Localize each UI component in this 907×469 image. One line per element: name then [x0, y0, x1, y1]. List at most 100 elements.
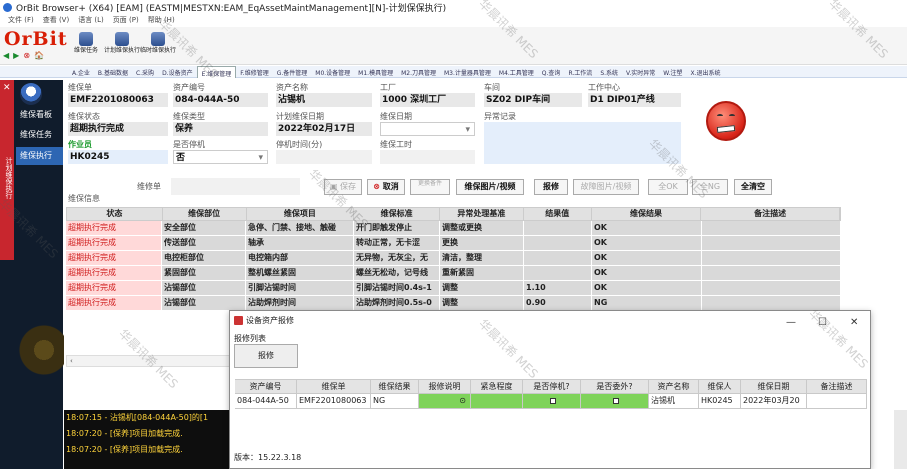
col-standard[interactable]: 维保标准: [354, 208, 441, 220]
tab-16[interactable]: W.注塑: [659, 66, 686, 78]
all-ok-button[interactable]: 全OK: [648, 179, 688, 195]
search-icon[interactable]: ⊙: [459, 396, 466, 405]
stop-select[interactable]: 否 ▾: [173, 150, 268, 164]
table-row[interactable]: 超期执行完成 安全部位 急停、门禁、接地、触碰 开门即触发停止 调整或更换 OK: [66, 221, 841, 236]
menu-page[interactable]: 页面 (P): [113, 15, 139, 27]
tab-7[interactable]: M0.设备管理: [311, 66, 354, 78]
maint-type-field[interactable]: 保养: [173, 122, 268, 136]
cell-urgency[interactable]: [471, 394, 523, 409]
col-handle[interactable]: 异常处理基准: [440, 208, 524, 220]
cell-note[interactable]: [807, 394, 867, 409]
tab-0[interactable]: A.企业: [68, 66, 94, 78]
cell-stop[interactable]: [523, 394, 581, 409]
workshop-field[interactable]: SZ02 DIP车间: [484, 93, 582, 107]
tab-6[interactable]: G.备件管理: [273, 66, 312, 78]
tab-10[interactable]: M3.计量器具管理: [440, 66, 495, 78]
table-row[interactable]: 超期执行完成 传送部位 轴承 转动正常，无卡涩 更换 OK: [66, 236, 841, 251]
exception-field[interactable]: [484, 122, 681, 164]
tab-13[interactable]: R.工作流: [564, 66, 596, 78]
dialog-col-2[interactable]: 维保结果: [371, 379, 419, 394]
menu-help[interactable]: 帮助 (H): [148, 15, 175, 27]
sidebar-vertical-tab[interactable]: 计划维保执行: [0, 80, 14, 260]
scroll-left-icon[interactable]: ‹: [67, 357, 73, 365]
tab-15[interactable]: V.实时异常: [622, 66, 659, 78]
col-part[interactable]: 维保部位: [163, 208, 247, 220]
table-row[interactable]: 084-044A-50 EMF2201080063 NG ⊙ 沾锡机 HK024…: [235, 394, 867, 409]
minimize-icon[interactable]: —: [786, 313, 796, 333]
dialog-col-7[interactable]: 资产名称: [649, 379, 699, 394]
close-icon[interactable]: ✕: [850, 313, 858, 333]
cancel-button[interactable]: ⊗ 取消: [367, 179, 405, 195]
dialog-col-4[interactable]: 紧急程度: [471, 379, 523, 394]
clear-all-button[interactable]: 全清空: [734, 179, 772, 195]
temp-maint-button[interactable]: 临时维保执行: [140, 32, 176, 54]
plan-maint-button[interactable]: 计划维保执行: [104, 32, 140, 54]
work-center-field[interactable]: D1 DIP01产线: [588, 93, 681, 107]
col-status[interactable]: 状态: [67, 208, 163, 220]
tab-1[interactable]: B.基础数据: [94, 66, 132, 78]
maint-hours-field[interactable]: [380, 150, 475, 164]
sidebar-item-board[interactable]: 维保看板: [16, 106, 63, 124]
menu-language[interactable]: 语言 (L): [78, 15, 104, 27]
table-row[interactable]: 超期执行完成 沾锡部位 沾助焊剂时间 沾助焊剂时间0.5s-0 调整 0.90 NG: [66, 296, 841, 311]
maint-media-button[interactable]: 维保图片/视频: [456, 179, 524, 195]
repair-no-field[interactable]: [171, 178, 300, 195]
asset-name-field[interactable]: 沾锡机: [276, 93, 372, 107]
cell-outsource[interactable]: [581, 394, 649, 409]
tab-17[interactable]: X.退出系统: [686, 66, 724, 78]
tab-5[interactable]: F.维修管理: [236, 66, 272, 78]
report-repair-button[interactable]: 报修: [534, 179, 568, 195]
dialog-col-10[interactable]: 备注描述: [807, 379, 867, 394]
col-result[interactable]: 维保结果: [592, 208, 702, 220]
maint-status-field[interactable]: 超期执行完成: [68, 122, 168, 136]
tab-3[interactable]: D.设备资产: [158, 66, 197, 78]
outsource-checkbox[interactable]: [612, 397, 619, 404]
replace-parts-button[interactable]: 更换备件: [410, 179, 450, 195]
col-item[interactable]: 维保项目: [247, 208, 355, 220]
dialog-col-0[interactable]: 资产编号: [235, 379, 297, 394]
sidebar-item-task[interactable]: 维保任务: [16, 126, 63, 144]
col-note[interactable]: 备注描述: [701, 208, 840, 220]
dialog-col-1[interactable]: 维保单: [297, 379, 371, 394]
maint-no-field[interactable]: EMF2201080063: [68, 93, 168, 107]
chevron-down-icon[interactable]: ▾: [465, 125, 470, 135]
all-ng-button[interactable]: 全NG: [692, 179, 728, 195]
plan-date-field[interactable]: 2022年02月17日: [276, 122, 372, 136]
back-icon[interactable]: ◀: [3, 51, 9, 60]
maximize-icon[interactable]: ☐: [818, 313, 827, 333]
dialog-col-3[interactable]: 报修说明: [419, 379, 471, 394]
home-icon[interactable]: 🏠: [34, 51, 44, 60]
stop-icon[interactable]: ⊗: [23, 51, 30, 60]
operator-field[interactable]: HK0245: [68, 150, 168, 164]
vertical-scrollbar[interactable]: [894, 410, 907, 469]
tab-4[interactable]: E.维保管理: [196, 66, 237, 78]
maint-date-field[interactable]: ▾: [380, 122, 475, 136]
menu-file[interactable]: 文件 (F): [8, 15, 34, 27]
tab-8[interactable]: M1.模具管理: [354, 66, 397, 78]
tab-9[interactable]: M2.刀具管理: [397, 66, 440, 78]
menu-view[interactable]: 查看 (V): [43, 15, 69, 27]
dialog-col-8[interactable]: 维保人: [699, 379, 741, 394]
forward-icon[interactable]: ▶: [13, 51, 19, 60]
dialog-col-9[interactable]: 维保日期: [741, 379, 807, 394]
table-row[interactable]: 超期执行完成 电控柜部位 电控箱内部 无异物，无灰尘，无 清洁，整理 OK: [66, 251, 841, 266]
tab-12[interactable]: Q.查询: [538, 66, 565, 78]
fault-media-button[interactable]: 故障图片/视频: [573, 179, 639, 195]
horizontal-scrollbar[interactable]: ‹: [66, 355, 232, 367]
col-value[interactable]: 结果值: [524, 208, 592, 220]
close-icon[interactable]: ✕: [3, 83, 11, 93]
chevron-down-icon[interactable]: ▾: [258, 151, 263, 165]
stop-checkbox[interactable]: [549, 397, 556, 404]
table-row[interactable]: 超期执行完成 沾锡部位 引脚沾锡时间 引脚沾锡时间0.4s-1 调整 1.10 OK: [66, 281, 841, 296]
dialog-col-6[interactable]: 是否委外?: [581, 379, 649, 394]
tab-11[interactable]: M4.工具管理: [495, 66, 538, 78]
maint-task-button[interactable]: 维保任务: [68, 32, 104, 54]
sidebar-item-execute[interactable]: 维保执行: [16, 147, 63, 165]
save-button[interactable]: ▣ 保存: [324, 179, 362, 195]
tab-14[interactable]: S.系统: [596, 66, 622, 78]
cell-desc[interactable]: ⊙: [419, 394, 471, 409]
factory-field[interactable]: 1000 深圳工厂: [380, 93, 475, 107]
dialog-report-button[interactable]: 报修: [234, 344, 298, 368]
stop-time-field[interactable]: [276, 150, 372, 164]
dialog-col-5[interactable]: 是否停机?: [523, 379, 581, 394]
